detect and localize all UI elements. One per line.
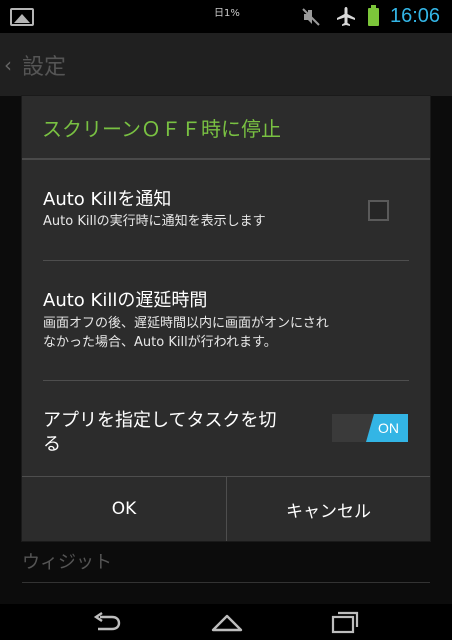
ok-button[interactable]: OK: [22, 477, 226, 541]
status-bar: 日1% 16:06: [0, 0, 452, 33]
list-divider: [43, 260, 409, 261]
list-divider: [43, 380, 409, 381]
navigation-bar: [0, 604, 452, 640]
autokill-delay-title[interactable]: Auto Killの遅延時間: [43, 286, 207, 312]
notify-autokill-checkbox[interactable]: [368, 200, 389, 221]
page-title: 設定: [22, 55, 67, 80]
mute-icon: [302, 8, 320, 26]
action-bar: ‹ 設定: [0, 33, 452, 96]
home-icon[interactable]: [210, 610, 244, 634]
section-divider: [22, 582, 430, 583]
battery-percent-label: 日1%: [214, 8, 240, 19]
title-divider: [22, 158, 430, 160]
specify-apps-title-line1[interactable]: アプリを指定してタスクを切: [43, 406, 276, 432]
airplane-icon: [337, 7, 355, 26]
clock: 16:06: [390, 5, 441, 27]
specify-apps-toggle[interactable]: ON: [332, 414, 408, 442]
autokill-delay-summary-line1: 画面オフの後、遅延時間以内に画面がオンにされ: [43, 316, 329, 331]
section-label-widget: ウィジット: [22, 552, 112, 573]
battery-icon: [368, 5, 379, 26]
dialog-title: スクリーンＯＦＦ時に停止: [42, 117, 281, 141]
cancel-button[interactable]: キャンセル: [226, 477, 430, 541]
notify-autokill-title[interactable]: Auto Killを通知: [43, 185, 171, 211]
notify-autokill-summary: Auto Killの実行時に通知を表示します: [43, 214, 266, 229]
chevron-left-icon[interactable]: ‹: [4, 53, 12, 77]
dialog-button-bar: OK キャンセル: [22, 476, 430, 541]
recent-apps-icon[interactable]: [330, 609, 360, 635]
autokill-delay-summary-line2: なかった場合、Auto Killが行われます。: [43, 335, 277, 350]
specify-apps-title-line2[interactable]: る: [43, 430, 61, 456]
back-icon[interactable]: [92, 610, 122, 634]
toggle-label: ON: [378, 420, 399, 436]
gallery-icon: [10, 8, 34, 26]
dialog: スクリーンＯＦＦ時に停止 Auto Killを通知 Auto Killの実行時に…: [22, 96, 430, 541]
